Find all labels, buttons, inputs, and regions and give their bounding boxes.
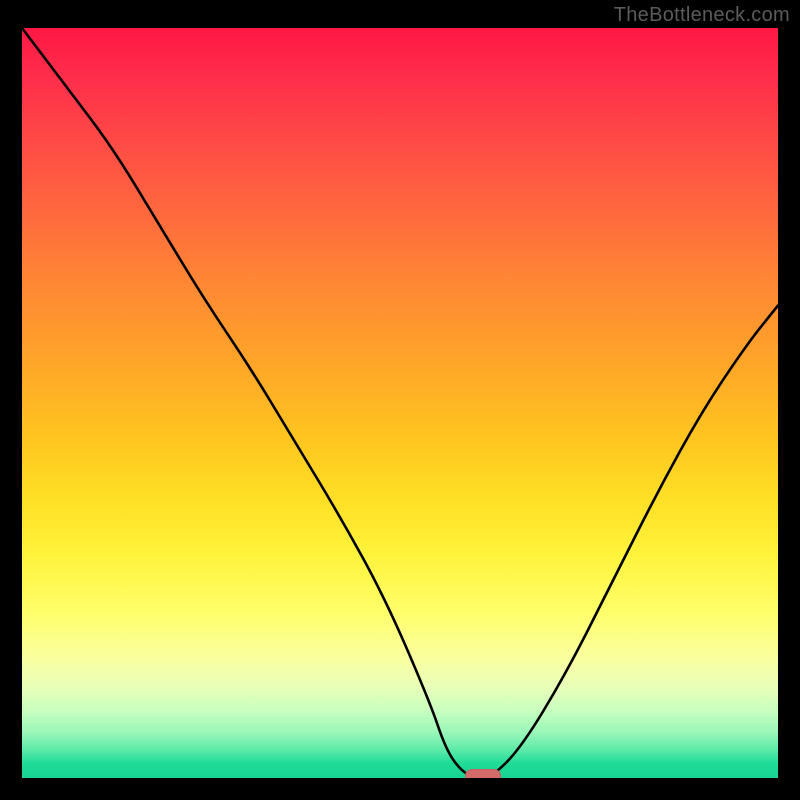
chart-frame: TheBottleneck.com (0, 0, 800, 800)
watermark-text: TheBottleneck.com (614, 4, 790, 27)
plot-area (22, 28, 778, 778)
bottleneck-curve (22, 28, 778, 778)
optimum-marker (465, 769, 501, 778)
